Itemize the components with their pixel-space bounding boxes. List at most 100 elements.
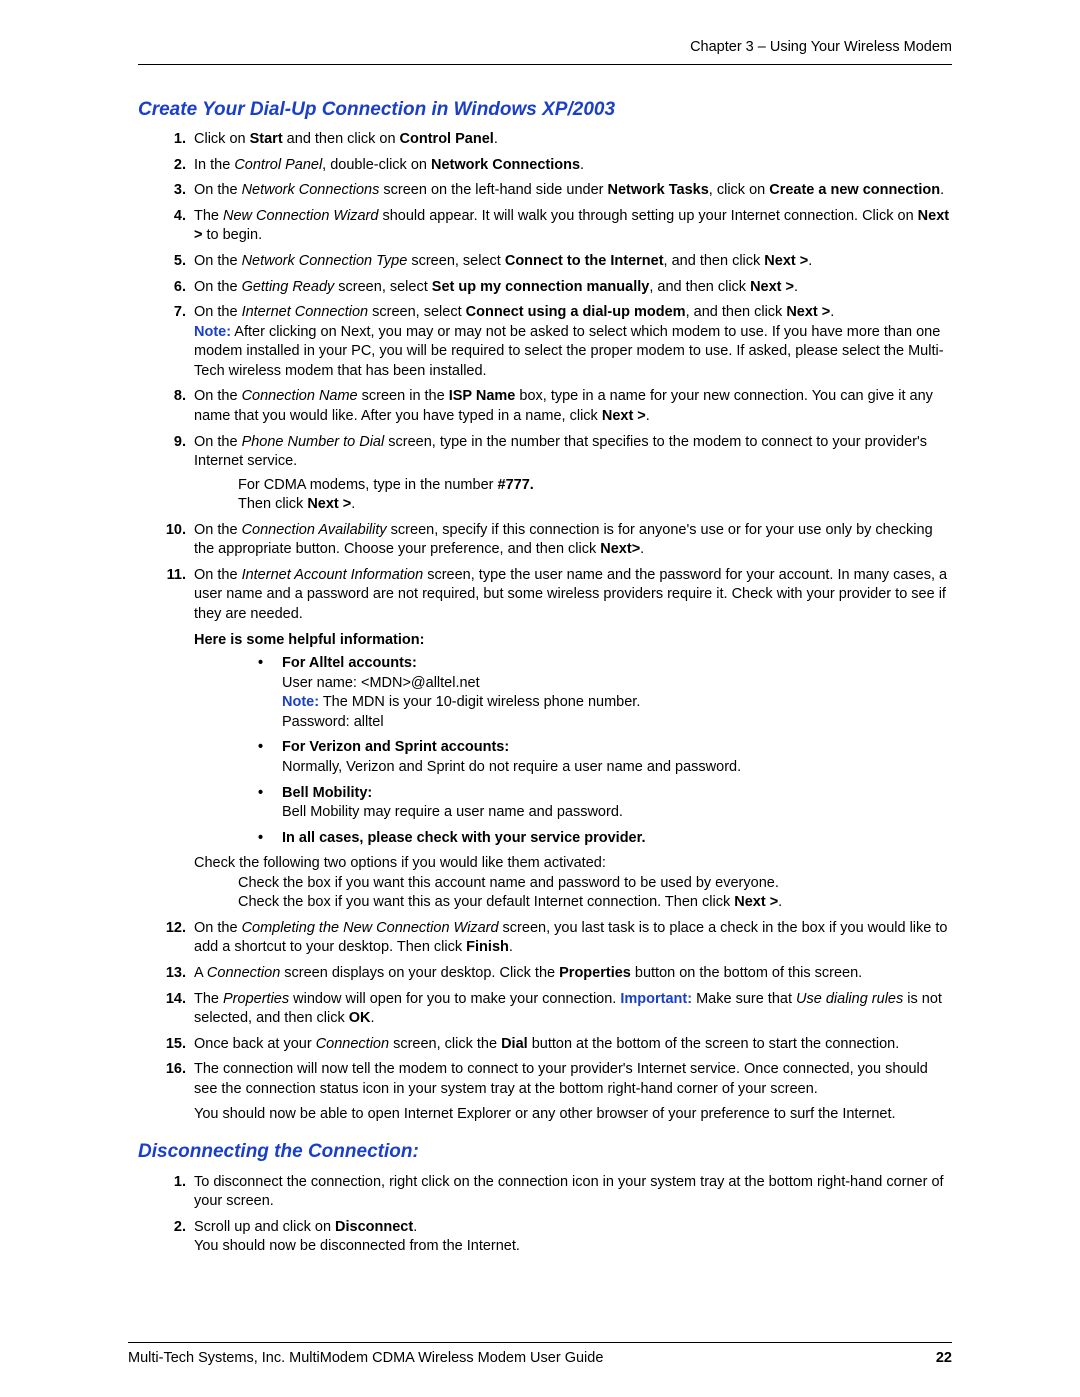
bold: Create a new connection: [769, 182, 940, 198]
step-item: On the Phone Number to Dial screen, type…: [194, 433, 952, 515]
text: screen, select: [334, 279, 432, 295]
bold: Network Tasks: [608, 182, 709, 198]
bold: Start: [250, 131, 283, 147]
text: On the: [194, 304, 242, 320]
italic: Connection Availability: [242, 522, 387, 538]
text: The: [194, 991, 223, 1007]
italic: Properties: [223, 991, 289, 1007]
text: On the: [194, 182, 242, 198]
text: Check the box if you want this account n…: [238, 874, 952, 894]
text: , and then click: [649, 279, 750, 295]
italic: Use dialing rules: [796, 991, 903, 1007]
text: , double-click on: [322, 157, 431, 173]
text: screen, select: [407, 253, 505, 269]
text: To disconnect the connection, right clic…: [194, 1174, 944, 1210]
section-heading-disconnect: Disconnecting the Connection:: [138, 1139, 952, 1165]
italic: Network Connections: [242, 182, 380, 198]
bold: Next >: [307, 496, 351, 512]
page-number: 22: [936, 1349, 952, 1369]
step-item: The Properties window will open for you …: [194, 990, 952, 1029]
footer-left: Multi-Tech Systems, Inc. MultiModem CDMA…: [128, 1349, 603, 1369]
text: .: [580, 157, 584, 173]
text: should appear. It will walk you through …: [378, 208, 917, 224]
text: .: [413, 1219, 417, 1235]
note-label: Note:: [282, 694, 319, 710]
text: The MDN is your 10-digit wireless phone …: [319, 694, 640, 710]
italic: Phone Number to Dial: [242, 434, 385, 450]
text: .: [371, 1010, 375, 1026]
text: button at the bottom of the screen to st…: [528, 1036, 900, 1052]
text: .: [940, 182, 944, 198]
italic: Internet Account Information: [242, 567, 424, 583]
text: .: [509, 939, 513, 955]
bold: Bell Mobility:: [282, 785, 372, 801]
helpful-heading: Here is some helpful information:: [194, 631, 952, 651]
provider-list: For Alltel accounts: User name: <MDN>@al…: [282, 654, 952, 848]
bold: Next>: [600, 541, 640, 557]
note-label: Note:: [194, 324, 231, 340]
text: After clicking on Next, you may or may n…: [194, 324, 944, 379]
bold: Connect using a dial-up modem: [466, 304, 686, 320]
text: On the: [194, 279, 242, 295]
step-item: On the Internet Account Information scre…: [194, 566, 952, 913]
bold: Disconnect: [335, 1219, 413, 1235]
text: The: [194, 208, 223, 224]
steps-list-create: Click on Start and then click on Control…: [138, 130, 952, 1125]
text: , and then click: [664, 253, 765, 269]
text: .: [640, 541, 644, 557]
header-rule: [138, 64, 952, 65]
step-item: On the Network Connection Type screen, s…: [194, 252, 952, 272]
text: You should now be able to open Internet …: [194, 1105, 952, 1125]
italic: Connection: [316, 1036, 389, 1052]
step-item: On the Internet Connection screen, selec…: [194, 303, 952, 381]
bold: Next >: [764, 253, 808, 269]
step-item: On the Completing the New Connection Wiz…: [194, 919, 952, 958]
text: Then click: [238, 496, 307, 512]
footer-rule: [128, 1342, 952, 1343]
step-item: On the Network Connections screen on the…: [194, 181, 952, 201]
text: On the: [194, 920, 242, 936]
text: User name: <MDN>@alltel.net: [282, 675, 480, 691]
list-item: For Alltel accounts: User name: <MDN>@al…: [282, 654, 952, 732]
sub-block: For CDMA modems, type in the number #777…: [238, 476, 952, 515]
text: Scroll up and click on: [194, 1219, 335, 1235]
bold: Next >: [786, 304, 830, 320]
step-item: Click on Start and then click on Control…: [194, 130, 952, 150]
step-item: Once back at your Connection screen, cli…: [194, 1035, 952, 1055]
text: On the: [194, 522, 242, 538]
step-item: In the Control Panel, double-click on Ne…: [194, 156, 952, 176]
text: On the: [194, 253, 242, 269]
bold: Next >: [734, 894, 778, 910]
check-lines: Check the box if you want this account n…: [238, 874, 952, 913]
bold: Next >: [602, 408, 646, 424]
italic: Connection Name: [242, 388, 358, 404]
text: .: [494, 131, 498, 147]
text: On the: [194, 567, 242, 583]
step-item: Scroll up and click on Disconnect. You s…: [194, 1218, 952, 1257]
bold: Control Panel: [400, 131, 494, 147]
text: .: [646, 408, 650, 424]
text: You should now be disconnected from the …: [194, 1238, 520, 1254]
text: Password: alltel: [282, 714, 384, 730]
bold: In all cases, please check with your ser…: [282, 830, 646, 846]
text: and then click on: [283, 131, 400, 147]
text: The connection will now tell the modem t…: [194, 1061, 928, 1097]
step-item: The New Connection Wizard should appear.…: [194, 207, 952, 246]
text: A: [194, 965, 207, 981]
text: , click on: [709, 182, 769, 198]
text: On the: [194, 434, 242, 450]
bold: Properties: [559, 965, 631, 981]
italic: Control Panel: [234, 157, 322, 173]
check-intro: Check the following two options if you w…: [194, 854, 952, 874]
italic: Completing the New Connection Wizard: [242, 920, 499, 936]
text: On the: [194, 388, 242, 404]
text: screen, click the: [389, 1036, 501, 1052]
text: .: [808, 253, 812, 269]
step-item: The connection will now tell the modem t…: [194, 1060, 952, 1125]
text: Make sure that: [692, 991, 796, 1007]
steps-list-disconnect: To disconnect the connection, right clic…: [138, 1173, 952, 1257]
text: , and then click: [686, 304, 787, 320]
step-item: On the Connection Availability screen, s…: [194, 521, 952, 560]
text: Click on: [194, 131, 250, 147]
list-item: Bell Mobility: Bell Mobility may require…: [282, 784, 952, 823]
